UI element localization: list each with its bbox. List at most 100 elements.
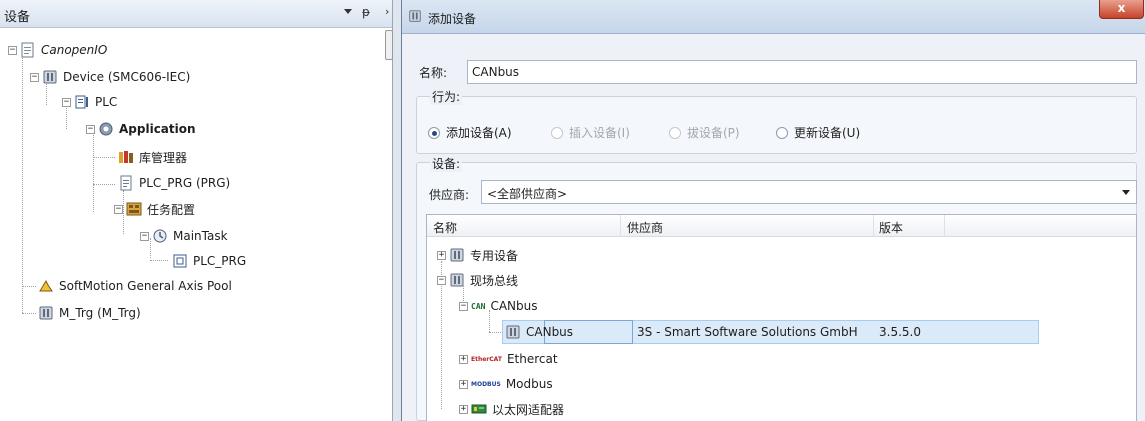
radio-selected-icon bbox=[428, 126, 440, 139]
dialog-title-bar: 添加设备 x bbox=[402, 0, 1145, 34]
tree-label: PLC bbox=[95, 95, 118, 109]
column-divider[interactable] bbox=[944, 215, 945, 237]
gear-icon bbox=[99, 122, 113, 136]
task-config-icon bbox=[126, 202, 142, 216]
tree-node-device[interactable]: − Device (SMC606-IEC) bbox=[30, 66, 190, 88]
tree-node-axis-pool[interactable]: SoftMotion General Axis Pool bbox=[38, 275, 232, 297]
radio-add-device[interactable]: 添加设备(A) bbox=[428, 124, 512, 141]
tree-node-library-manager[interactable]: 库管理器 bbox=[118, 146, 187, 168]
radio-icon bbox=[776, 126, 788, 139]
collapse-icon[interactable]: − bbox=[437, 275, 446, 285]
behavior-title: 行为: bbox=[430, 88, 463, 105]
expand-icon[interactable]: + bbox=[459, 379, 468, 389]
plc-icon bbox=[75, 95, 88, 109]
column-header-version[interactable]: 版本 bbox=[879, 219, 903, 236]
tree-connector bbox=[22, 286, 36, 287]
cell-vendor: 3S - Smart Software Solutions GmbH bbox=[637, 325, 858, 339]
tree-node-plc[interactable]: − PLC bbox=[62, 91, 117, 113]
cell-version: 3.5.5.0 bbox=[879, 325, 921, 339]
radio-label: 拔设备(P) bbox=[687, 126, 740, 140]
tree-node-canbus-item[interactable]: CANbus bbox=[505, 320, 573, 344]
tree-label: 任务配置 bbox=[147, 202, 196, 217]
ethercat-icon: EtherCAT bbox=[471, 355, 502, 363]
chevron-down-icon[interactable] bbox=[1122, 190, 1130, 195]
tree-connector bbox=[93, 184, 115, 185]
devices-panel: 设备 ᵽ › − CanopenIO − Device (SMC606-IEC)… bbox=[0, 0, 393, 421]
vendor-label: 供应商: bbox=[429, 188, 470, 202]
tree-label: CANbus bbox=[526, 325, 574, 339]
chevron-down-icon[interactable] bbox=[344, 9, 352, 14]
tree-label: 专用设备 bbox=[470, 248, 519, 263]
name-input[interactable] bbox=[467, 60, 1137, 84]
dialog-title: 添加设备 bbox=[428, 12, 477, 26]
radio-icon bbox=[669, 126, 681, 139]
device-icon bbox=[506, 325, 520, 339]
tree-label: 库管理器 bbox=[139, 150, 188, 165]
can-icon: CAN bbox=[471, 301, 486, 311]
tree-node-application[interactable]: − Application bbox=[86, 118, 196, 140]
expand-icon[interactable]: + bbox=[437, 250, 446, 260]
modbus-icon: MODBUS bbox=[471, 380, 501, 388]
collapse-icon[interactable]: − bbox=[8, 45, 17, 55]
collapse-icon[interactable]: − bbox=[140, 231, 149, 241]
tree-label: M_Trg (M_Trg) bbox=[59, 306, 141, 320]
radio-insert-device[interactable]: 插入设备(I) bbox=[551, 124, 630, 141]
radio-unplug-device[interactable]: 拔设备(P) bbox=[669, 124, 740, 141]
column-divider[interactable] bbox=[873, 215, 874, 237]
radio-label: 更新设备(U) bbox=[794, 126, 861, 140]
tree-node-fieldbus[interactable]: − 现场总线 bbox=[437, 268, 518, 292]
expand-icon[interactable]: + bbox=[459, 404, 468, 414]
tree-label: Application bbox=[119, 122, 196, 136]
tree-node-main-task-prg[interactable]: PLC_PRG bbox=[172, 250, 246, 272]
tree-node-root[interactable]: − CanopenIO bbox=[8, 39, 107, 61]
tree-label: 现场总线 bbox=[470, 273, 519, 288]
radio-label: 添加设备(A) bbox=[446, 126, 512, 140]
device-list[interactable]: 名称 供应商 版本 + 专用设备 − 现场总线 − CAN CANbus CAN… bbox=[426, 214, 1137, 421]
tree-node-ethercat[interactable]: + EtherCAT Ethercat bbox=[459, 347, 558, 371]
tree-node-special-devices[interactable]: + 专用设备 bbox=[437, 243, 518, 267]
tree-node-main-task[interactable]: − MainTask bbox=[140, 225, 228, 247]
expand-icon[interactable]: + bbox=[459, 354, 468, 364]
tree-node-m-trg[interactable]: M_Trg (M_Trg) bbox=[38, 302, 141, 324]
axis-pool-icon bbox=[39, 279, 53, 292]
device-list-header: 名称 供应商 版本 bbox=[427, 215, 1136, 237]
scrollbar[interactable] bbox=[385, 30, 393, 60]
tree-label: CANbus bbox=[490, 299, 538, 313]
pin-icon[interactable]: ᵽ bbox=[362, 5, 370, 19]
device-icon bbox=[39, 306, 53, 320]
vendor-select[interactable]: <全部供应商> bbox=[481, 180, 1137, 204]
program-call-icon bbox=[173, 254, 187, 268]
task-icon bbox=[153, 229, 167, 243]
collapse-icon[interactable]: − bbox=[30, 72, 39, 82]
collapse-icon[interactable]: − bbox=[114, 204, 123, 214]
collapse-icon[interactable]: − bbox=[459, 301, 468, 311]
tree-label: Modbus bbox=[505, 377, 553, 391]
tree-label: MainTask bbox=[173, 229, 228, 243]
tree-node-task-config[interactable]: − 任务配置 bbox=[114, 198, 195, 220]
column-header-vendor[interactable]: 供应商 bbox=[627, 219, 663, 236]
column-divider[interactable] bbox=[620, 215, 621, 237]
close-button[interactable]: x bbox=[1099, 0, 1144, 19]
tree-connector bbox=[93, 130, 94, 212]
radio-update-device[interactable]: 更新设备(U) bbox=[776, 124, 860, 141]
device-icon bbox=[450, 248, 464, 262]
tree-connector bbox=[22, 313, 36, 314]
tree-connector bbox=[489, 332, 503, 333]
vendor-value: <全部供应商> bbox=[487, 187, 568, 201]
devices-panel-title: 设备 bbox=[4, 10, 31, 25]
column-header-name[interactable]: 名称 bbox=[433, 219, 457, 236]
tree-connector bbox=[93, 157, 115, 158]
tree-node-modbus[interactable]: + MODBUS Modbus bbox=[459, 372, 553, 396]
tree-node-canbus-group[interactable]: − CAN CANbus bbox=[459, 294, 538, 318]
tree-connector bbox=[22, 58, 23, 313]
device-icon bbox=[409, 10, 421, 22]
tree-node-ethernet-adapter[interactable]: + 以太网适配器 bbox=[459, 397, 564, 421]
device-icon bbox=[43, 70, 57, 84]
add-device-dialog: 添加设备 x 名称: 行为: 添加设备(A) 插入设备(I) 拔设备(P) 更新… bbox=[401, 0, 1145, 421]
collapse-icon[interactable]: − bbox=[86, 124, 95, 134]
tree-connector bbox=[150, 260, 168, 261]
tree-label: Device (SMC606-IEC) bbox=[63, 70, 191, 84]
collapse-icon[interactable]: − bbox=[62, 97, 71, 107]
close-panel-icon[interactable]: › bbox=[385, 5, 389, 18]
tree-node-plc-prg[interactable]: PLC_PRG (PRG) bbox=[118, 172, 230, 194]
